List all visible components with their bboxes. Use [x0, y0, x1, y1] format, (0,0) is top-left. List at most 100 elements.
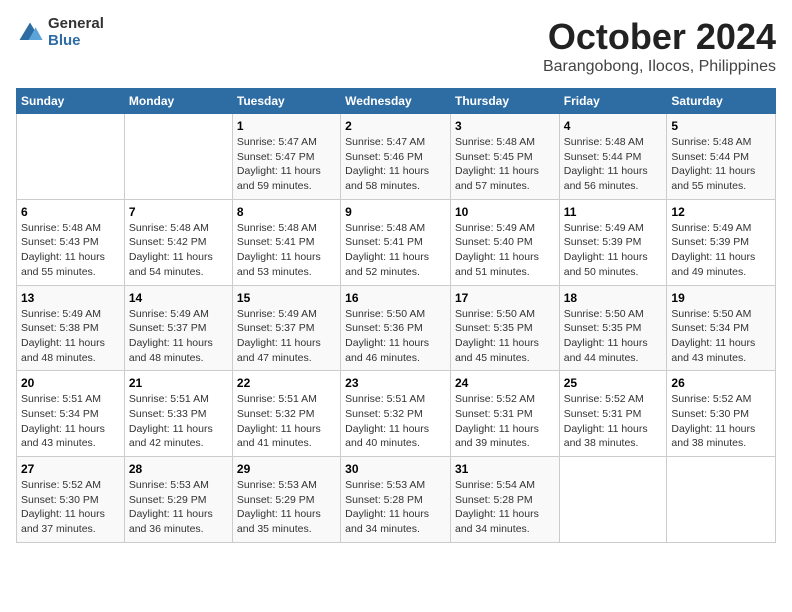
day-info: Sunrise: 5:50 AMSunset: 5:36 PMDaylight:…	[345, 307, 446, 366]
calendar-day-header: Saturday	[667, 89, 776, 114]
calendar-cell: 19Sunrise: 5:50 AMSunset: 5:34 PMDayligh…	[667, 285, 776, 371]
day-info: Sunrise: 5:52 AMSunset: 5:30 PMDaylight:…	[21, 478, 120, 537]
day-info: Sunrise: 5:51 AMSunset: 5:32 PMDaylight:…	[237, 392, 336, 451]
day-info: Sunrise: 5:49 AMSunset: 5:40 PMDaylight:…	[455, 221, 555, 280]
day-number: 18	[564, 291, 663, 305]
day-number: 4	[564, 119, 663, 133]
day-number: 3	[455, 119, 555, 133]
calendar-cell: 29 Sunrise: 5:53 AMSunset: 5:29 PMDayligh…	[232, 457, 340, 543]
calendar-cell: 9 Sunrise: 5:48 AMSunset: 5:41 PMDaylight…	[341, 199, 451, 285]
day-number: 5	[671, 119, 771, 133]
day-number: 6	[21, 205, 120, 219]
calendar-cell: 24 Sunrise: 5:52 AMSunset: 5:31 PMDayligh…	[450, 371, 559, 457]
day-number: 20	[21, 376, 120, 390]
calendar-cell: 22 Sunrise: 5:51 AMSunset: 5:32 PMDayligh…	[232, 371, 340, 457]
day-info: Sunrise: 5:53 AMSunset: 5:28 PMDaylight:…	[345, 478, 446, 537]
day-number: 24	[455, 376, 555, 390]
calendar-cell: 2 Sunrise: 5:47 AMSunset: 5:46 PMDaylight…	[341, 114, 451, 200]
calendar-table: SundayMondayTuesdayWednesdayThursdayFrid…	[16, 88, 776, 543]
calendar-cell: 8 Sunrise: 5:48 AMSunset: 5:41 PMDaylight…	[232, 199, 340, 285]
day-info: Sunrise: 5:54 AMSunset: 5:28 PMDaylight:…	[455, 478, 555, 537]
calendar-cell: 20 Sunrise: 5:51 AMSunset: 5:34 PMDayligh…	[17, 371, 125, 457]
calendar-cell: 16Sunrise: 5:50 AMSunset: 5:36 PMDayligh…	[341, 285, 451, 371]
logo-text: General Blue	[48, 16, 104, 49]
day-number: 23	[345, 376, 446, 390]
calendar-day-header: Friday	[559, 89, 667, 114]
day-number: 31	[455, 462, 555, 476]
day-info: Sunrise: 5:53 AMSunset: 5:29 PMDaylight:…	[129, 478, 228, 537]
day-info: Sunrise: 5:52 AMSunset: 5:30 PMDaylight:…	[671, 392, 771, 451]
calendar-cell: 12 Sunrise: 5:49 AMSunset: 5:39 PMDayligh…	[667, 199, 776, 285]
calendar-day-header: Tuesday	[232, 89, 340, 114]
day-number: 1	[237, 119, 336, 133]
day-info: Sunrise: 5:47 AMSunset: 5:47 PMDaylight:…	[237, 135, 336, 194]
page-header: General Blue October 2024 Barangobong, I…	[16, 16, 776, 76]
day-info: Sunrise: 5:52 AMSunset: 5:31 PMDaylight:…	[455, 392, 555, 451]
calendar-cell: 7Sunrise: 5:48 AMSunset: 5:42 PMDaylight…	[124, 199, 232, 285]
logo-blue: Blue	[48, 33, 104, 50]
calendar-week-row: 6 Sunrise: 5:48 AMSunset: 5:43 PMDaylight…	[17, 199, 776, 285]
day-info: Sunrise: 5:50 AMSunset: 5:35 PMDaylight:…	[564, 307, 663, 366]
day-info: Sunrise: 5:48 AMSunset: 5:43 PMDaylight:…	[21, 221, 120, 280]
calendar-cell: 30 Sunrise: 5:53 AMSunset: 5:28 PMDayligh…	[341, 457, 451, 543]
calendar-week-row: 20 Sunrise: 5:51 AMSunset: 5:34 PMDayligh…	[17, 371, 776, 457]
day-number: 7	[129, 205, 228, 219]
day-number: 12	[671, 205, 771, 219]
day-info: Sunrise: 5:51 AMSunset: 5:34 PMDaylight:…	[21, 392, 120, 451]
day-number: 9	[345, 205, 446, 219]
day-number: 27	[21, 462, 120, 476]
day-info: Sunrise: 5:48 AMSunset: 5:41 PMDaylight:…	[237, 221, 336, 280]
calendar-cell: 4 Sunrise: 5:48 AMSunset: 5:44 PMDaylight…	[559, 114, 667, 200]
calendar-cell: 6 Sunrise: 5:48 AMSunset: 5:43 PMDaylight…	[17, 199, 125, 285]
calendar-day-header: Wednesday	[341, 89, 451, 114]
calendar-cell: 10 Sunrise: 5:49 AMSunset: 5:40 PMDayligh…	[450, 199, 559, 285]
day-info: Sunrise: 5:52 AMSunset: 5:31 PMDaylight:…	[564, 392, 663, 451]
day-info: Sunrise: 5:48 AMSunset: 5:41 PMDaylight:…	[345, 221, 446, 280]
day-info: Sunrise: 5:49 AMSunset: 5:39 PMDaylight:…	[671, 221, 771, 280]
calendar-cell	[17, 114, 125, 200]
day-info: Sunrise: 5:51 AMSunset: 5:32 PMDaylight:…	[345, 392, 446, 451]
calendar-cell: 21Sunrise: 5:51 AMSunset: 5:33 PMDayligh…	[124, 371, 232, 457]
day-info: Sunrise: 5:53 AMSunset: 5:29 PMDaylight:…	[237, 478, 336, 537]
day-info: Sunrise: 5:51 AMSunset: 5:33 PMDaylight:…	[129, 392, 228, 451]
page-subtitle: Barangobong, Ilocos, Philippines	[543, 58, 776, 76]
calendar-cell: 13 Sunrise: 5:49 AMSunset: 5:38 PMDayligh…	[17, 285, 125, 371]
day-info: Sunrise: 5:49 AMSunset: 5:39 PMDaylight:…	[564, 221, 663, 280]
logo-general: General	[48, 16, 104, 33]
calendar-cell: 23 Sunrise: 5:51 AMSunset: 5:32 PMDayligh…	[341, 371, 451, 457]
calendar-day-header: Sunday	[17, 89, 125, 114]
calendar-day-header: Monday	[124, 89, 232, 114]
calendar-cell: 3Sunrise: 5:48 AMSunset: 5:45 PMDaylight…	[450, 114, 559, 200]
day-number: 28	[129, 462, 228, 476]
day-info: Sunrise: 5:49 AMSunset: 5:37 PMDaylight:…	[237, 307, 336, 366]
day-number: 2	[345, 119, 446, 133]
calendar-cell: 25Sunrise: 5:52 AMSunset: 5:31 PMDayligh…	[559, 371, 667, 457]
day-number: 8	[237, 205, 336, 219]
calendar-cell: 15 Sunrise: 5:49 AMSunset: 5:37 PMDayligh…	[232, 285, 340, 371]
calendar-cell: 1 Sunrise: 5:47 AMSunset: 5:47 PMDaylight…	[232, 114, 340, 200]
calendar-cell: 17Sunrise: 5:50 AMSunset: 5:35 PMDayligh…	[450, 285, 559, 371]
day-number: 17	[455, 291, 555, 305]
title-block: October 2024 Barangobong, Ilocos, Philip…	[543, 16, 776, 76]
day-info: Sunrise: 5:47 AMSunset: 5:46 PMDaylight:…	[345, 135, 446, 194]
day-info: Sunrise: 5:48 AMSunset: 5:44 PMDaylight:…	[671, 135, 771, 194]
day-number: 15	[237, 291, 336, 305]
day-number: 29	[237, 462, 336, 476]
calendar-week-row: 1 Sunrise: 5:47 AMSunset: 5:47 PMDaylight…	[17, 114, 776, 200]
day-info: Sunrise: 5:48 AMSunset: 5:44 PMDaylight:…	[564, 135, 663, 194]
day-number: 30	[345, 462, 446, 476]
calendar-cell: 26 Sunrise: 5:52 AMSunset: 5:30 PMDayligh…	[667, 371, 776, 457]
calendar-cell: 18 Sunrise: 5:50 AMSunset: 5:35 PMDayligh…	[559, 285, 667, 371]
day-number: 10	[455, 205, 555, 219]
day-number: 14	[129, 291, 228, 305]
day-number: 22	[237, 376, 336, 390]
calendar-cell: 11Sunrise: 5:49 AMSunset: 5:39 PMDayligh…	[559, 199, 667, 285]
day-info: Sunrise: 5:49 AMSunset: 5:38 PMDaylight:…	[21, 307, 120, 366]
calendar-cell: 28 Sunrise: 5:53 AMSunset: 5:29 PMDayligh…	[124, 457, 232, 543]
calendar-cell	[667, 457, 776, 543]
calendar-cell	[559, 457, 667, 543]
calendar-cell: 27 Sunrise: 5:52 AMSunset: 5:30 PMDayligh…	[17, 457, 125, 543]
calendar-header-row: SundayMondayTuesdayWednesdayThursdayFrid…	[17, 89, 776, 114]
day-number: 26	[671, 376, 771, 390]
day-number: 13	[21, 291, 120, 305]
